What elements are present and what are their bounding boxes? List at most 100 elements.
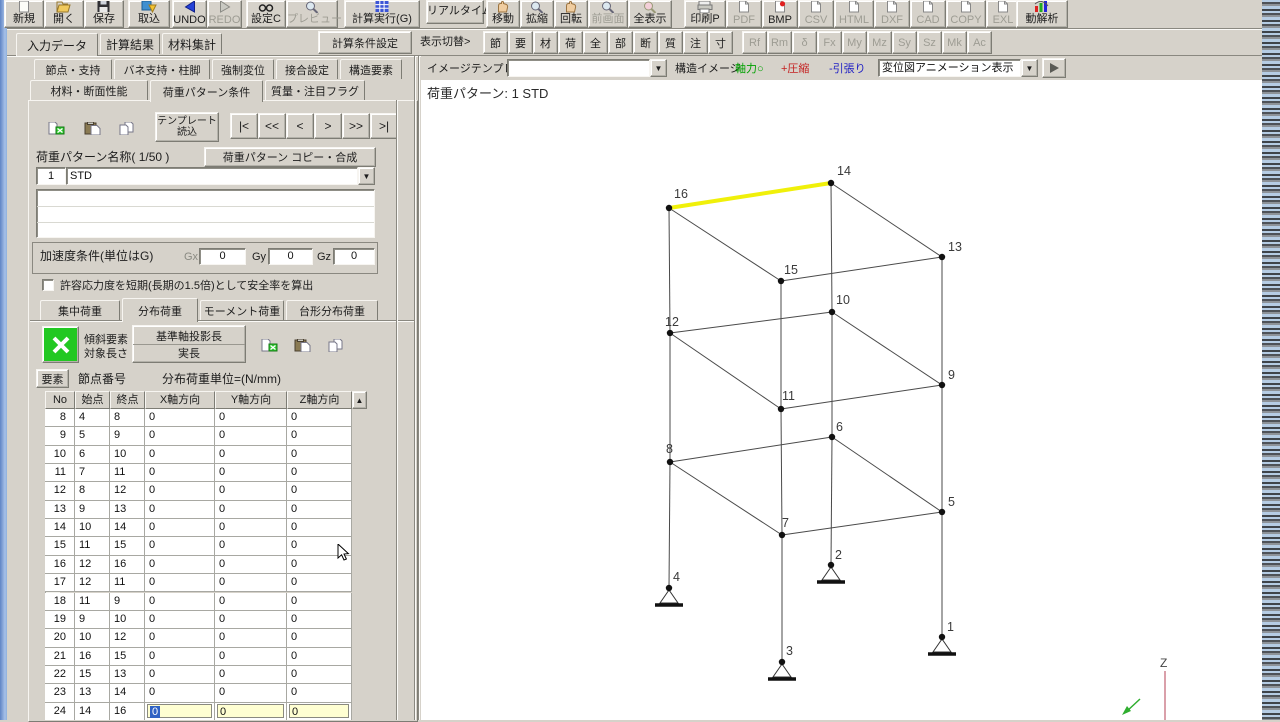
toolbar-button-csv[interactable]: CSV: [798, 0, 834, 28]
display-button-5[interactable]: 全: [583, 31, 608, 54]
table-cell[interactable]: 0: [287, 519, 352, 537]
toolbar-button-preview[interactable]: プレビュー: [286, 0, 338, 28]
tab-forced-disp[interactable]: 強制変位: [212, 59, 274, 79]
tab-struct-element[interactable]: 構造要素: [340, 59, 402, 79]
table-cell[interactable]: 11: [75, 593, 110, 611]
table-cell[interactable]: 16: [75, 648, 110, 666]
table-cell[interactable]: 23: [45, 684, 75, 702]
table-cell[interactable]: 0: [215, 464, 287, 482]
table-cell[interactable]: 0: [215, 409, 287, 427]
result-button-my[interactable]: My: [842, 31, 867, 54]
table-cell[interactable]: 0: [145, 482, 215, 500]
table-cell[interactable]: 12: [110, 482, 145, 500]
toolbar-button-dxf[interactable]: DXF: [874, 0, 910, 28]
edit-cell[interactable]: 0: [217, 704, 284, 718]
tab-joint-setting[interactable]: 接合設定: [276, 59, 338, 79]
table-cell[interactable]: 13: [110, 501, 145, 519]
toolbar-button-copy[interactable]: COPY: [946, 0, 986, 28]
pattern-description-listbox[interactable]: [36, 189, 375, 238]
table-cell[interactable]: 13: [110, 666, 145, 684]
table-cell[interactable]: 0: [287, 648, 352, 666]
image-template-select[interactable]: [507, 59, 650, 77]
result-button-fx[interactable]: Fx: [817, 31, 842, 54]
toolbar-button-calc-run[interactable]: 計算実行(G): [344, 0, 420, 28]
copy-pages-icon[interactable]: [111, 113, 143, 143]
anim-play-button[interactable]: [1042, 58, 1066, 78]
table-cell[interactable]: 0: [145, 501, 215, 519]
toolbar-button-move[interactable]: 移動: [486, 0, 520, 28]
load-tab-trapezoid-load[interactable]: 台形分布荷重: [286, 300, 378, 321]
table-cell[interactable]: 21: [45, 648, 75, 666]
axis-projection-button[interactable]: 基準軸投影長 実長: [132, 325, 246, 363]
toolbar-button-redo[interactable]: REDO: [207, 0, 242, 28]
pattern-dropdown-button[interactable]: ▼: [358, 167, 375, 185]
toolbar-button-print[interactable]: 印刷P: [684, 0, 726, 28]
table-cell[interactable]: 0: [145, 556, 215, 574]
toolbar-button-open[interactable]: 開く: [44, 0, 84, 28]
result-button-rm[interactable]: Rm: [767, 31, 792, 54]
table-cell[interactable]: 0: [215, 482, 287, 500]
table-cell[interactable]: 13: [75, 684, 110, 702]
table-cell[interactable]: 0: [145, 427, 215, 445]
table-cell[interactable]: 0: [145, 519, 215, 537]
tab-calc-result[interactable]: 計算結果: [100, 33, 160, 54]
table-cell[interactable]: 7: [75, 464, 110, 482]
result-button-sy[interactable]: Sy: [892, 31, 917, 54]
table-cell[interactable]: 0: [287, 574, 352, 592]
table-cell[interactable]: 10: [75, 519, 110, 537]
table-cell[interactable]: 0: [215, 556, 287, 574]
table-cell[interactable]: 8: [45, 409, 75, 427]
table-cell[interactable]: 13: [45, 501, 75, 519]
toolbar-button-save[interactable]: 保存: [84, 0, 124, 28]
table-cell[interactable]: 9: [110, 593, 145, 611]
table-cell[interactable]: 0: [145, 611, 215, 629]
table-cell[interactable]: 0: [145, 684, 215, 702]
table-cell[interactable]: 14: [75, 703, 110, 720]
table-cell[interactable]: 0: [287, 684, 352, 702]
tab-material-sum[interactable]: 材料集計: [162, 33, 222, 54]
nav-next-fast-button[interactable]: >>: [342, 113, 370, 139]
table-cell[interactable]: 20: [45, 629, 75, 647]
image-template-dropdown-button[interactable]: ▼: [650, 59, 667, 77]
element-button[interactable]: 要素: [36, 369, 69, 388]
toolbar-button-realtime[interactable]: リアルタイム: [426, 0, 484, 24]
load-tab-distributed-load[interactable]: 分布荷重: [122, 298, 198, 322]
result-button-mk[interactable]: Mk: [942, 31, 967, 54]
table-cell[interactable]: 0: [215, 519, 287, 537]
table-cell[interactable]: 0: [145, 446, 215, 464]
display-button-7[interactable]: 断: [633, 31, 658, 54]
table-cell[interactable]: 0: [287, 409, 352, 427]
pattern-number-field[interactable]: 1: [36, 167, 66, 185]
pattern-name-field[interactable]: STD: [66, 167, 358, 185]
display-button-1[interactable]: 節: [483, 31, 508, 54]
table-cell[interactable]: 11: [45, 464, 75, 482]
table-cell[interactable]: 0: [287, 482, 352, 500]
table-cell[interactable]: 17: [45, 574, 75, 592]
toolbar-button-cad[interactable]: CAD: [910, 0, 946, 28]
nav-prev-fast-button[interactable]: <<: [258, 113, 286, 139]
toolbar-button-scale[interactable]: 拡縮: [520, 0, 554, 28]
toolbar-button-html[interactable]: HTML: [834, 0, 874, 28]
result-button-sz[interactable]: Sz: [917, 31, 942, 54]
template-load-button[interactable]: テンプレート 読込: [155, 112, 219, 142]
display-button-6[interactable]: 部: [608, 31, 633, 54]
display-button-9[interactable]: 注: [683, 31, 708, 54]
table-cell[interactable]: 0: [145, 537, 215, 555]
table-cell[interactable]: 9: [75, 611, 110, 629]
display-button-4[interactable]: 荷: [558, 31, 583, 54]
table-cell[interactable]: 14: [45, 519, 75, 537]
display-button-8[interactable]: 質: [658, 31, 683, 54]
copy-pages-icon[interactable]: [320, 330, 352, 360]
tab-material-section[interactable]: 材料・断面性能: [30, 80, 148, 100]
table-cell[interactable]: 0: [287, 446, 352, 464]
result-button-rf[interactable]: Rf: [742, 31, 767, 54]
table-cell[interactable]: 15: [110, 537, 145, 555]
display-button-10[interactable]: 寸: [708, 31, 733, 54]
table-cell[interactable]: 9: [45, 427, 75, 445]
table-cell[interactable]: 0: [145, 409, 215, 427]
load-tab-moment-load[interactable]: モーメント荷重: [200, 300, 284, 321]
nav-first-button[interactable]: |<: [230, 113, 258, 139]
table-cell[interactable]: 0: [287, 501, 352, 519]
toolbar-button-bmp[interactable]: BMP: [762, 0, 798, 28]
anim-dropdown-button[interactable]: ▼: [1021, 59, 1038, 77]
